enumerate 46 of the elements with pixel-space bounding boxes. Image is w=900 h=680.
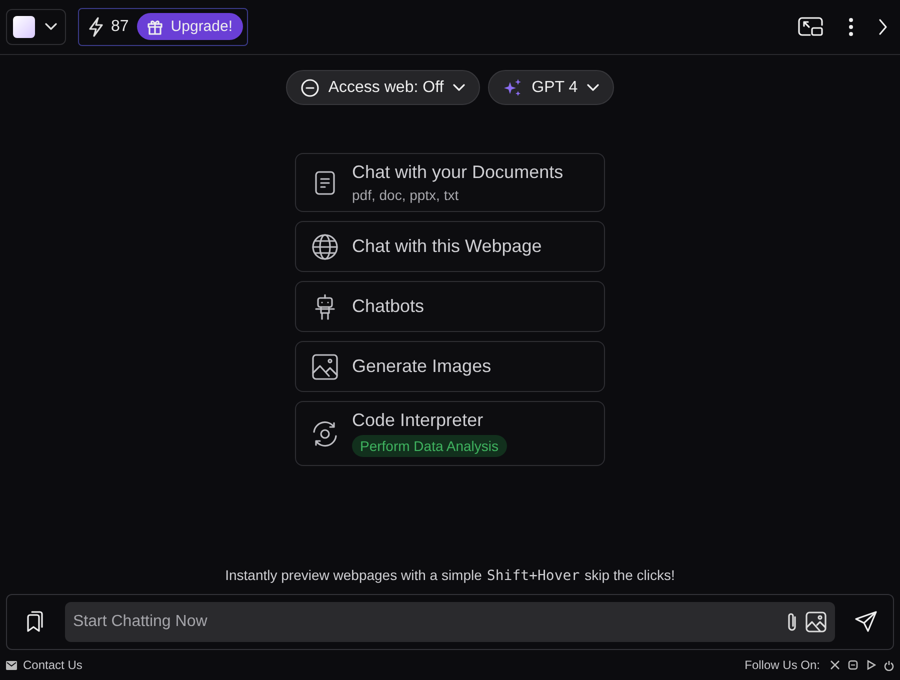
sparkles-icon [502,78,523,98]
hint-text: Instantly preview webpages with a simple Shift+Hover skip the clicks! [224,567,676,584]
card-title: Chatbots [352,296,424,317]
card-title: Code Interpreter [352,410,484,431]
more-vertical-icon [848,16,854,36]
globe-icon [311,232,339,260]
card-title: Generate Images [352,356,492,377]
upgrade-button[interactable]: Upgrade! [136,13,243,40]
lightning-icon [89,16,103,36]
minus-circle-icon [301,78,320,96]
feature-card[interactable]: Chat with this Webpage [295,221,605,272]
mail-icon [6,660,17,670]
power-icon[interactable] [884,660,894,670]
play-icon[interactable] [866,660,876,670]
chevron-down-icon [45,22,57,30]
card-title: Chat with this Webpage [352,236,542,257]
feature-badge: Perform Data Analysis [352,435,506,457]
image-icon[interactable] [805,611,827,633]
x-icon[interactable] [830,660,840,670]
document-icon [313,170,337,196]
bookmarks-icon [25,611,45,633]
feature-card[interactable]: Generate Images [295,341,605,392]
feature-card[interactable]: Code Interpreter Perform Data Analysis [295,401,605,466]
contact-link[interactable]: Contact Us [23,658,82,672]
image-icon [311,352,339,380]
feature-card[interactable]: Chat with your Documents pdf, doc, pptx, txt [295,153,605,212]
credit-count: 87 [111,18,129,36]
web-access-selector[interactable]: Access web: Off [286,70,480,105]
card-subtitle: pdf, doc, pptx, txt [352,187,460,203]
paperclip-icon[interactable] [785,611,799,633]
chat-input-field[interactable]: Start Chatting Now [65,602,835,642]
send-icon [855,611,877,633]
feature-card[interactable]: Chatbots [295,281,605,332]
card-title: Chat with your Documents [352,162,564,183]
robot-icon [313,292,337,320]
chevron-down-icon [586,84,599,92]
square-icon[interactable] [848,660,858,670]
eye-cycle-icon [311,420,339,448]
gift-icon [146,18,163,34]
chevron-down-icon [452,84,465,92]
model-selector[interactable]: GPT 4 [488,70,614,105]
avatar-icon [13,16,35,38]
profile-menu-button[interactable] [6,8,66,44]
chevron-right-icon [878,18,888,36]
picture-in-picture-icon [798,16,824,36]
follow-label: Follow Us On: [744,658,820,672]
